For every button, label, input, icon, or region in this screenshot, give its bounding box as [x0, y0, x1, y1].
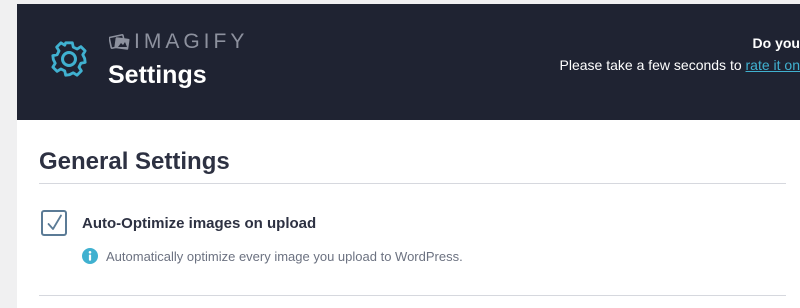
- brand-name: IMAGIFY: [134, 30, 249, 53]
- imagify-settings-page: IMAGIFY Settings Do you Please take a fe…: [0, 0, 800, 308]
- page-title: Settings: [108, 61, 207, 89]
- rate-link[interactable]: rate it on: [746, 57, 800, 73]
- imagify-logo-icon: [109, 34, 130, 50]
- checkmark-icon: [47, 214, 62, 230]
- section-divider: [39, 183, 786, 184]
- info-icon: [82, 248, 98, 264]
- imagify-brand: IMAGIFY: [109, 31, 248, 53]
- settings-header: IMAGIFY Settings Do you Please take a fe…: [17, 4, 800, 120]
- section-divider-bottom: [39, 295, 786, 296]
- settings-content: General Settings Auto-Optimize images on…: [17, 120, 800, 308]
- rate-prompt-text: Please take a few seconds to: [559, 57, 746, 73]
- gear-icon: [51, 41, 87, 77]
- rate-prompt-heading: Do you: [752, 35, 800, 51]
- auto-optimize-help: Automatically optimize every image you u…: [106, 249, 463, 264]
- auto-optimize-checkbox[interactable]: [41, 210, 67, 236]
- auto-optimize-label[interactable]: Auto-Optimize images on upload: [82, 215, 316, 233]
- rate-prompt: Please take a few seconds to rate it on: [560, 57, 800, 73]
- section-title: General Settings: [39, 148, 230, 175]
